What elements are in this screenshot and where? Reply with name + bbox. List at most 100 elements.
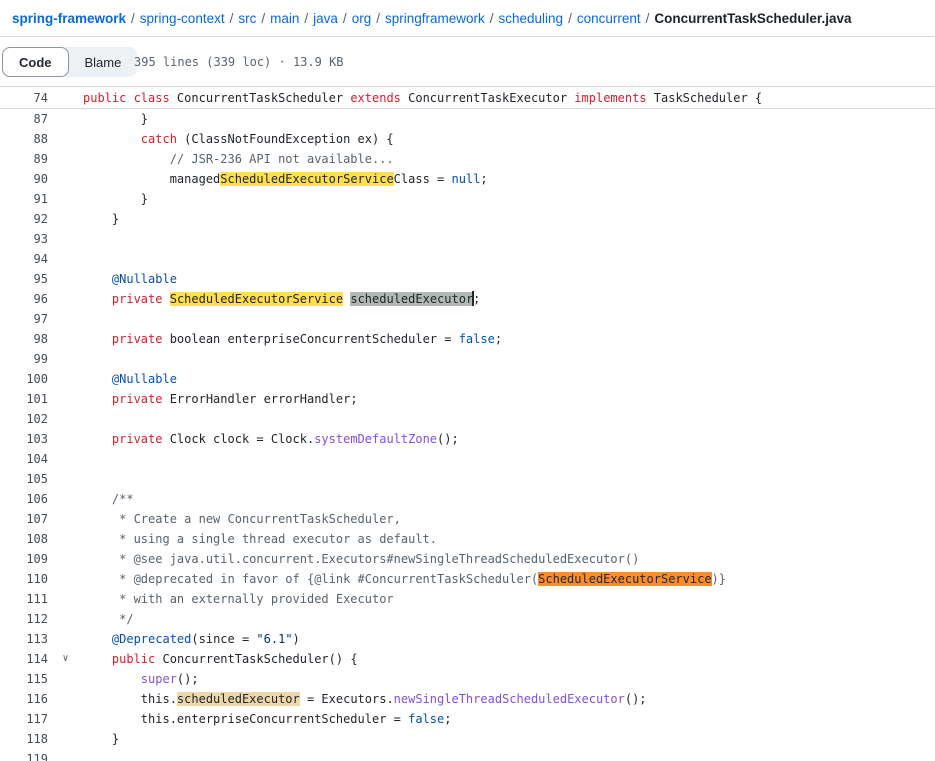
code-text[interactable]: private Clock clock = Clock.systemDefaul… bbox=[83, 429, 935, 449]
code-text[interactable]: managedScheduledExecutorServiceClass = n… bbox=[83, 169, 935, 189]
code-line: 109 * @see java.util.concurrent.Executor… bbox=[0, 549, 935, 569]
line-number[interactable]: 93 bbox=[0, 229, 48, 249]
breadcrumb-separator: / bbox=[641, 11, 655, 26]
code-text[interactable]: } bbox=[83, 109, 935, 129]
line-number[interactable]: 102 bbox=[0, 409, 48, 429]
code-text[interactable]: private ScheduledExecutorService schedul… bbox=[83, 289, 935, 309]
code-line: 96 private ScheduledExecutorService sche… bbox=[0, 289, 935, 309]
code-line: 87 } bbox=[0, 109, 935, 129]
line-number[interactable]: 100 bbox=[0, 369, 48, 389]
code-line: 112 */ bbox=[0, 609, 935, 629]
breadcrumb-link-src[interactable]: src bbox=[238, 11, 256, 26]
code-text[interactable]: } bbox=[83, 189, 935, 209]
line-number[interactable]: 97 bbox=[0, 309, 48, 329]
line-number[interactable]: 119 bbox=[0, 749, 48, 761]
code-text[interactable] bbox=[83, 249, 935, 269]
code-text[interactable]: this.scheduledExecutor = Executors.newSi… bbox=[83, 689, 935, 709]
tab-blame[interactable]: Blame bbox=[69, 47, 138, 77]
line-number[interactable]: 103 bbox=[0, 429, 48, 449]
line-number[interactable]: 116 bbox=[0, 689, 48, 709]
line-number[interactable]: 111 bbox=[0, 589, 48, 609]
code-text[interactable] bbox=[83, 749, 935, 761]
code-text[interactable]: super(); bbox=[83, 669, 935, 689]
breadcrumb-link-main[interactable]: main bbox=[270, 11, 299, 26]
line-number[interactable]: 98 bbox=[0, 329, 48, 349]
line-number[interactable]: 90 bbox=[0, 169, 48, 189]
code-text[interactable]: * using a single thread executor as defa… bbox=[83, 529, 935, 549]
breadcrumb-link-concurrent[interactable]: concurrent bbox=[577, 11, 641, 26]
code-text[interactable]: public class ConcurrentTaskScheduler ext… bbox=[83, 87, 935, 108]
line-number[interactable]: 92 bbox=[0, 209, 48, 229]
line-number[interactable]: 94 bbox=[0, 249, 48, 269]
code-line: 116 this.scheduledExecutor = Executors.n… bbox=[0, 689, 935, 709]
breadcrumb-link-java[interactable]: java bbox=[313, 11, 338, 26]
line-number[interactable]: 118 bbox=[0, 729, 48, 749]
breadcrumb-link-spring-context[interactable]: spring-context bbox=[140, 11, 225, 26]
line-number[interactable]: 112 bbox=[0, 609, 48, 629]
line-number[interactable]: 96 bbox=[0, 289, 48, 309]
code-text[interactable] bbox=[83, 349, 935, 369]
line-number[interactable]: 108 bbox=[0, 529, 48, 549]
code-text[interactable]: private ErrorHandler errorHandler; bbox=[83, 389, 935, 409]
code-text[interactable]: @Nullable bbox=[83, 269, 935, 289]
code-text[interactable] bbox=[83, 409, 935, 429]
collapse-chevron-icon[interactable]: ∨ bbox=[48, 649, 83, 669]
code-text[interactable]: catch (ClassNotFoundException ex) { bbox=[83, 129, 935, 149]
chevron-slot bbox=[48, 689, 83, 709]
code-text[interactable]: * @see java.util.concurrent.Executors#ne… bbox=[83, 549, 935, 569]
chevron-slot bbox=[48, 669, 83, 689]
tab-code[interactable]: Code bbox=[2, 47, 69, 77]
code-text[interactable]: * Create a new ConcurrentTaskScheduler, bbox=[83, 509, 935, 529]
chevron-slot bbox=[48, 189, 83, 209]
line-number[interactable]: 104 bbox=[0, 449, 48, 469]
code-text[interactable] bbox=[83, 469, 935, 489]
code-text[interactable] bbox=[83, 449, 935, 469]
line-number[interactable]: 115 bbox=[0, 669, 48, 689]
line-number[interactable]: 87 bbox=[0, 109, 48, 129]
code-line: 115 super(); bbox=[0, 669, 935, 689]
breadcrumb-link-org[interactable]: org bbox=[352, 11, 372, 26]
line-number[interactable]: 74 bbox=[0, 87, 48, 108]
code-text[interactable]: } bbox=[83, 209, 935, 229]
breadcrumb-link-spring-framework[interactable]: spring-framework bbox=[12, 11, 126, 26]
code-line: 94 bbox=[0, 249, 935, 269]
chevron-slot bbox=[48, 409, 83, 429]
code-text[interactable]: // JSR-236 API not available... bbox=[83, 149, 935, 169]
line-number[interactable]: 105 bbox=[0, 469, 48, 489]
line-number[interactable]: 117 bbox=[0, 709, 48, 729]
line-number[interactable]: 95 bbox=[0, 269, 48, 289]
code-text[interactable]: @Nullable bbox=[83, 369, 935, 389]
line-number[interactable]: 101 bbox=[0, 389, 48, 409]
code-text[interactable]: * with an externally provided Executor bbox=[83, 589, 935, 609]
chevron-slot bbox=[48, 569, 83, 589]
line-number[interactable]: 106 bbox=[0, 489, 48, 509]
breadcrumb-link-springframework[interactable]: springframework bbox=[385, 11, 485, 26]
code-text[interactable]: public ConcurrentTaskScheduler() { bbox=[83, 649, 935, 669]
chevron-slot bbox=[48, 489, 83, 509]
code-text[interactable] bbox=[83, 309, 935, 329]
code-text[interactable]: this.enterpriseConcurrentScheduler = fal… bbox=[83, 709, 935, 729]
breadcrumb-separator: / bbox=[126, 11, 140, 26]
line-number[interactable]: 91 bbox=[0, 189, 48, 209]
code-text[interactable]: /** bbox=[83, 489, 935, 509]
line-number[interactable]: 89 bbox=[0, 149, 48, 169]
breadcrumb-link-scheduling[interactable]: scheduling bbox=[499, 11, 564, 26]
line-number[interactable]: 99 bbox=[0, 349, 48, 369]
code-text[interactable]: private boolean enterpriseConcurrentSche… bbox=[83, 329, 935, 349]
code-text[interactable] bbox=[83, 229, 935, 249]
code-text[interactable]: } bbox=[83, 729, 935, 749]
line-number[interactable]: 114 bbox=[0, 649, 48, 669]
line-number[interactable]: 109 bbox=[0, 549, 48, 569]
occurrence-highlight: scheduledExecutor bbox=[177, 692, 300, 706]
chevron-slot bbox=[48, 449, 83, 469]
chevron-slot bbox=[48, 129, 83, 149]
search-match-highlight: ScheduledExecutorService bbox=[538, 572, 711, 586]
code-text[interactable]: @Deprecated(since = "6.1") bbox=[83, 629, 935, 649]
line-number[interactable]: 88 bbox=[0, 129, 48, 149]
code-text[interactable]: * @deprecated in favor of {@link #Concur… bbox=[83, 569, 935, 589]
line-number[interactable]: 113 bbox=[0, 629, 48, 649]
line-number[interactable]: 110 bbox=[0, 569, 48, 589]
line-number[interactable]: 107 bbox=[0, 509, 48, 529]
chevron-slot bbox=[48, 749, 83, 761]
code-text[interactable]: */ bbox=[83, 609, 935, 629]
